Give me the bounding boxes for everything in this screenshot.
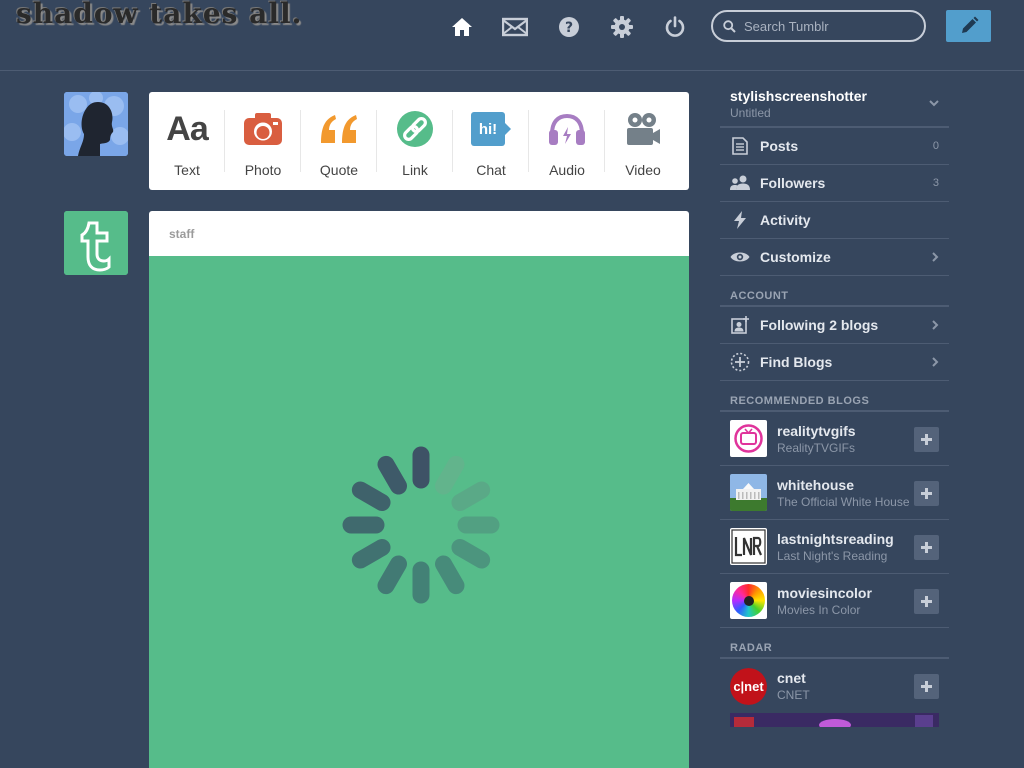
recommended-blog-item[interactable]: realitytvgifs RealityTVGIFs [720, 412, 949, 466]
tv-icon [730, 420, 767, 457]
plus-icon [921, 488, 932, 499]
sidebar-item-customize[interactable]: Customize [720, 239, 949, 276]
follow-plus-button[interactable] [914, 589, 939, 614]
post-type-link[interactable]: Link [377, 92, 453, 190]
search-box[interactable] [711, 10, 926, 42]
recommended-section-title: RECOMMENDED BLOGS [720, 381, 949, 412]
blog-header[interactable]: stylishscreenshotter Untitled [720, 80, 949, 128]
text-icon: Aa [166, 109, 208, 148]
staff-avatar[interactable] [64, 211, 128, 275]
plus-icon [921, 596, 932, 607]
power-icon[interactable] [660, 12, 690, 42]
dashboard-post: staff [149, 211, 689, 768]
home-icon[interactable] [447, 12, 477, 42]
eye-icon [730, 247, 750, 267]
followers-icon [730, 173, 750, 193]
svg-text:?: ? [565, 20, 573, 36]
follow-plus-button[interactable] [914, 674, 939, 699]
plus-icon [921, 434, 932, 445]
chat-icon: hi! [471, 110, 511, 148]
camera-icon [244, 110, 282, 148]
compose-button[interactable] [946, 10, 991, 42]
gear-icon[interactable] [607, 12, 637, 42]
post-type-quote[interactable]: Quote [301, 92, 377, 190]
search-icon [723, 19, 736, 33]
sidebar-item-posts[interactable]: Posts 0 [720, 128, 949, 165]
right-sidebar: stylishscreenshotter Untitled Posts 0 Fo… [720, 80, 949, 727]
svg-text:c|net: c|net [733, 679, 764, 694]
top-header: shadow takes all. ? [0, 0, 1024, 71]
sidebar-item-find-blogs[interactable]: Find Blogs [720, 344, 949, 381]
loading-spinner-icon [342, 446, 500, 604]
radar-section-title: RADAR [720, 628, 949, 659]
blog-logo-text[interactable]: shadow takes all. [16, 0, 302, 30]
follow-plus-button[interactable] [914, 481, 939, 506]
lnr-logo-icon [730, 528, 767, 565]
recommended-blog-item[interactable]: moviesincolor Movies In Color [720, 574, 949, 628]
post-type-audio[interactable]: Audio [529, 92, 605, 190]
search-input[interactable] [744, 18, 914, 34]
chevron-right-icon [932, 252, 939, 262]
color-wheel-icon [730, 582, 767, 619]
quote-icon [319, 110, 359, 148]
post-type-photo[interactable]: Photo [225, 92, 301, 190]
post-media[interactable] [149, 256, 689, 768]
post-type-video[interactable]: Video [605, 92, 681, 190]
chevron-right-icon [932, 357, 939, 367]
chevron-down-icon[interactable] [929, 100, 939, 107]
mail-icon[interactable] [500, 12, 530, 42]
plus-icon [921, 681, 932, 692]
sidebar-item-followers[interactable]: Followers 3 [720, 165, 949, 202]
lightning-icon [730, 210, 750, 230]
help-icon[interactable]: ? [554, 12, 584, 42]
sidebar-item-following[interactable]: Following 2 blogs [720, 307, 949, 344]
posts-icon [730, 136, 750, 156]
video-camera-icon [625, 110, 661, 148]
whitehouse-thumb-icon [730, 474, 767, 511]
post-type-chat[interactable]: hi! Chat [453, 92, 529, 190]
follow-plus-button[interactable] [914, 535, 939, 560]
cnet-logo-icon: c|net [730, 667, 767, 705]
chevron-right-icon [932, 320, 939, 330]
post-author-name[interactable]: staff [169, 227, 194, 241]
headphones-icon [548, 110, 586, 148]
account-section-title: ACCOUNT [720, 276, 949, 307]
pencil-icon [961, 16, 978, 33]
recommended-blog-item[interactable]: lastnightsreading Last Night's Reading [720, 520, 949, 574]
sidebar-item-activity[interactable]: Activity [720, 202, 949, 239]
post-type-text[interactable]: Aa Text [149, 92, 225, 190]
tumblr-logo-icon [64, 211, 128, 275]
radar-post-image[interactable] [730, 713, 939, 727]
post-type-bar: Aa Text Photo Quote Link hi! Chat Audio … [149, 92, 689, 190]
user-avatar[interactable] [64, 92, 128, 156]
radar-blog-item[interactable]: c|net cnet CNET [720, 659, 949, 713]
following-icon [730, 315, 750, 335]
plus-icon [921, 542, 932, 553]
recommended-blog-item[interactable]: whitehouse The Official White House [720, 466, 949, 520]
follow-plus-button[interactable] [914, 427, 939, 452]
link-icon [397, 110, 433, 148]
find-blogs-icon [730, 352, 750, 372]
